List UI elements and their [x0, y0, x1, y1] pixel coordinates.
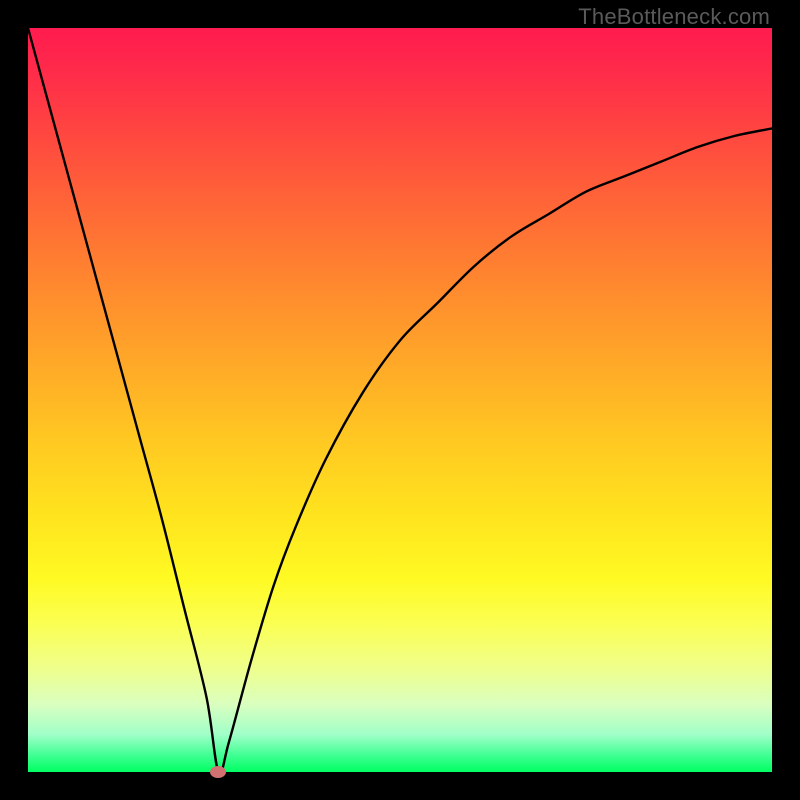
minimum-marker	[210, 766, 226, 778]
bottleneck-curve	[28, 28, 772, 772]
attribution-text: TheBottleneck.com	[578, 4, 770, 30]
chart-frame: TheBottleneck.com	[0, 0, 800, 800]
plot-area	[28, 28, 772, 772]
